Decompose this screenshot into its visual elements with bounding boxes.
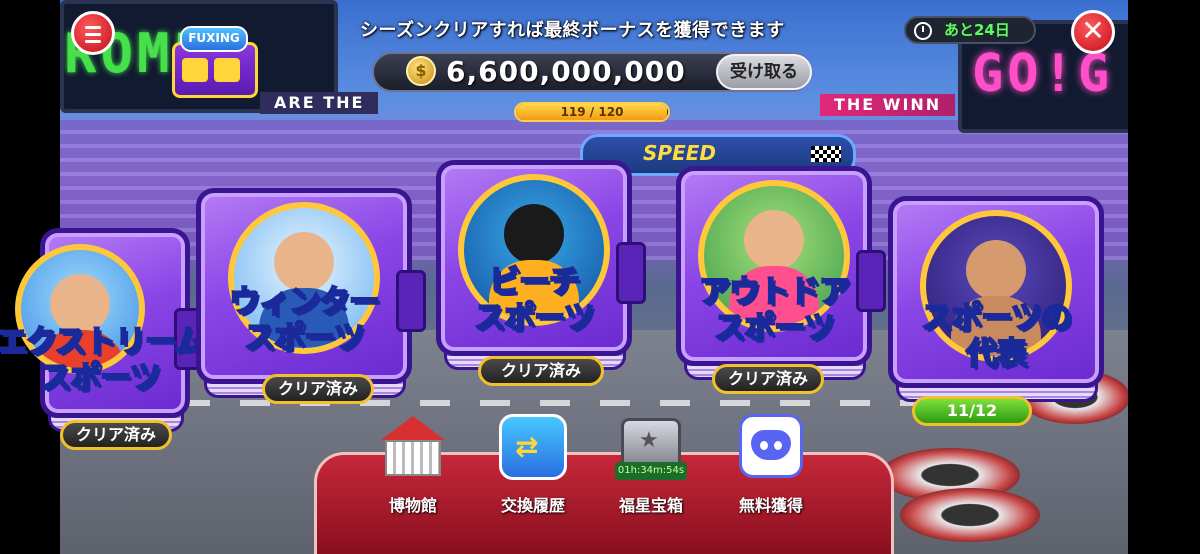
book-status-extreme: クリア済み [60, 420, 172, 450]
exchange-history-button[interactable]: ⇄ 交換履歴 [488, 410, 578, 516]
season-message: シーズンクリアすれば最終ボーナスを獲得できます [360, 20, 785, 41]
menu-line [85, 40, 101, 43]
book-status-representative: 11/12 [912, 396, 1032, 426]
coin-amount: 6,600,000,000 [446, 55, 686, 88]
book-title: スポーツの 代表 [920, 299, 1072, 373]
discord-icon [735, 410, 807, 482]
chest-icon: ★ 01h:34m:54s [615, 410, 687, 482]
book-status-winter: クリア済み [262, 374, 374, 404]
runner-head [744, 210, 804, 270]
book-status-outdoor: クリア済み [712, 364, 824, 394]
close-button[interactable]: ✕ [1071, 10, 1115, 54]
museum-icon [377, 410, 449, 482]
arch-text: SPEED [643, 141, 716, 165]
book-winter-sports[interactable]: ウィンター スポーツ [196, 188, 426, 398]
right-banner: THE WINN [820, 94, 956, 116]
coin-icon: $ [406, 56, 436, 86]
checkered-flag-icon [811, 146, 841, 162]
fuxing-chest-button[interactable]: FUXING [166, 14, 258, 98]
book-sports-representative[interactable]: スポーツの 代表 [888, 196, 1104, 402]
claim-button[interactable]: 受け取る [716, 54, 812, 90]
book-status-beach: クリア済み [478, 356, 604, 386]
museum-button[interactable]: 博物館 [368, 410, 458, 516]
season-timer: あと24日 [904, 16, 1036, 44]
star-icon: ★ [639, 428, 659, 453]
fuxing-tag: FUXING [180, 26, 248, 52]
free-reward-button[interactable]: 無料獲得 [726, 410, 816, 516]
menu-line [85, 33, 101, 36]
progress-text: 119 / 120 [560, 105, 624, 119]
book-title: ウィンター スポーツ [228, 283, 381, 357]
tire-stack [900, 488, 1040, 542]
dock-label: 交換履歴 [500, 496, 565, 515]
arrows-icon: ⇄ [515, 430, 539, 463]
diver-head [504, 204, 564, 264]
book-extreme-sports[interactable]: エクストリーム スポーツ [0, 228, 206, 432]
timer-text: あと24日 [944, 21, 1010, 39]
discord-logo [751, 430, 791, 460]
boxer-head [966, 240, 1026, 300]
clock-icon [914, 22, 932, 40]
chest-timer: 01h:34m:54s [615, 462, 687, 480]
museum-roof [381, 416, 445, 440]
dock-label: 博物館 [388, 496, 437, 515]
snowboarder-head [274, 232, 334, 292]
book-beach-sports[interactable]: ビーチ スポーツ [436, 160, 646, 370]
museum-base [385, 440, 441, 476]
dock-label: 無料獲得 [738, 496, 803, 515]
dock-label: 福星宝箱 [618, 496, 683, 515]
exchange-icon: ⇄ [497, 410, 569, 482]
book-title: ビーチ スポーツ [473, 263, 595, 337]
menu-line [85, 26, 101, 29]
slot-icon [214, 58, 240, 82]
book-outdoor-sports[interactable]: アウトドア スポーツ [676, 166, 886, 380]
slot-icon [182, 58, 208, 82]
book-title: アウトドア スポーツ [698, 273, 851, 347]
menu-button[interactable] [71, 11, 115, 55]
left-banner: ARE THE [260, 92, 379, 114]
season-progress-bar: 119 / 120 [514, 102, 670, 122]
lucky-chest-button[interactable]: ★ 01h:34m:54s 福星宝箱 [606, 410, 696, 516]
